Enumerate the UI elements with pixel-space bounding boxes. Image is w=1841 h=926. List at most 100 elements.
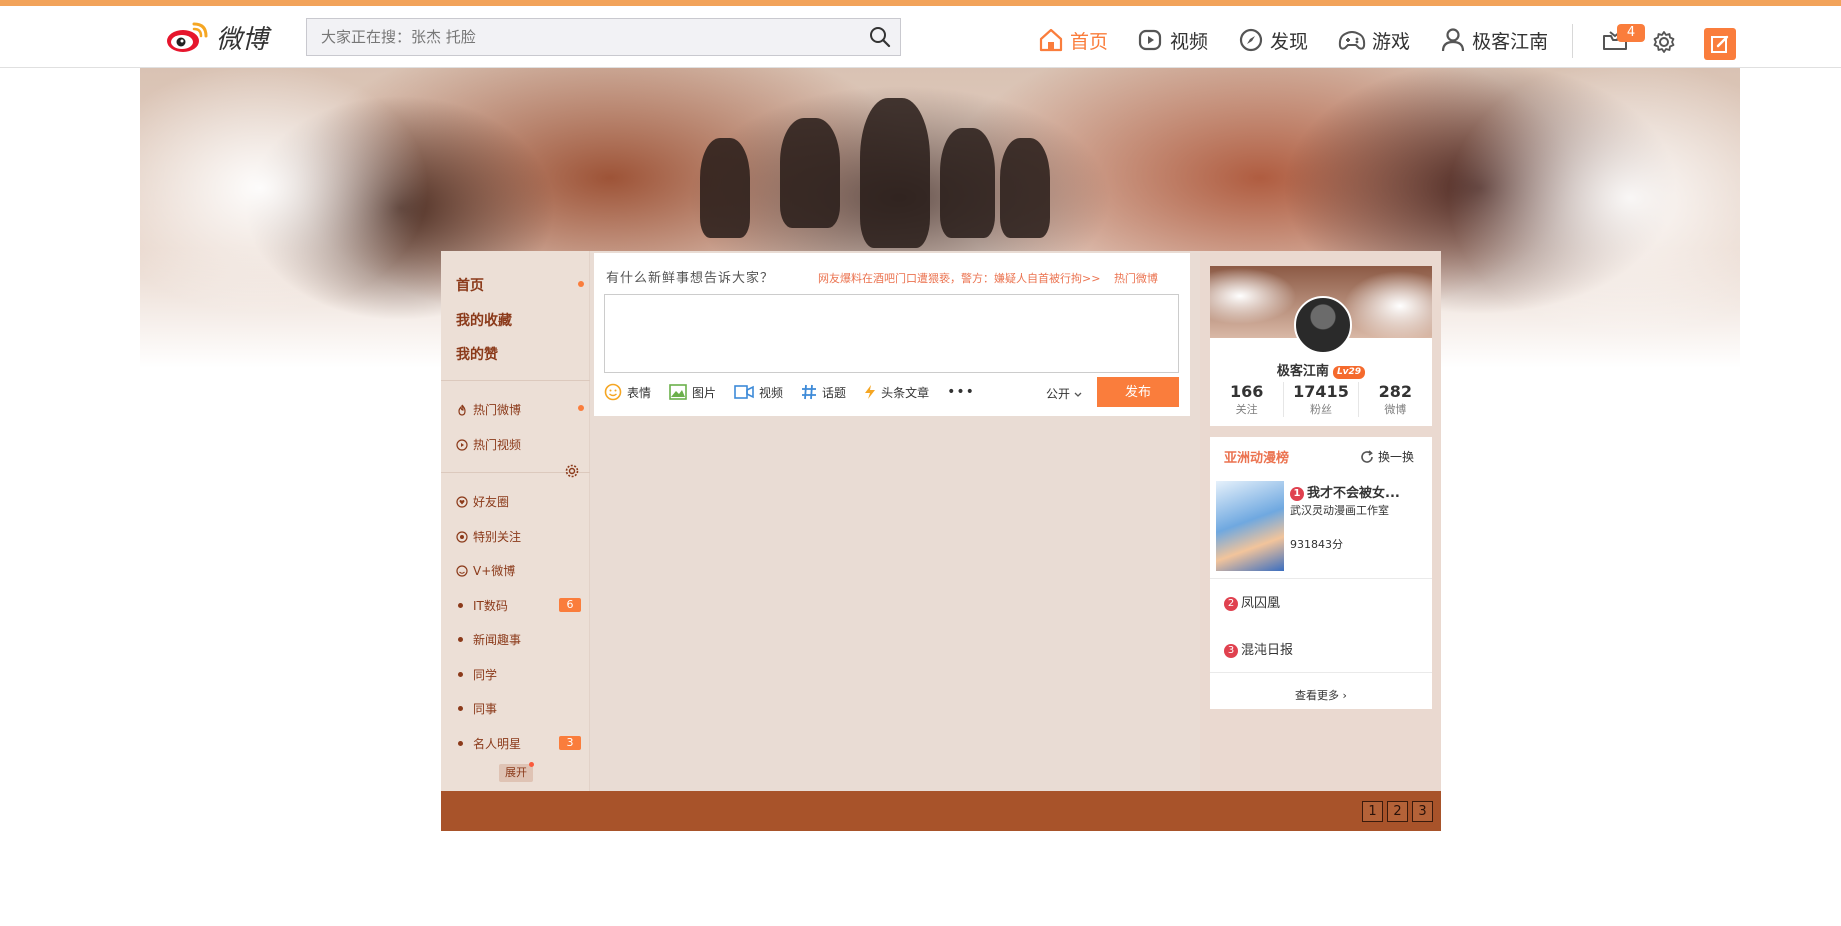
page-button[interactable]: 3	[1412, 801, 1433, 822]
gear-icon[interactable]	[565, 464, 579, 478]
top-navbar: 微博 首页 视频 发现 游戏 极客江南 4	[0, 6, 1841, 68]
rank-item-author: 武汉灵动漫画工作室	[1290, 504, 1389, 517]
tool-emoji[interactable]: 表情	[604, 383, 651, 401]
stat-following[interactable]: 166 关注	[1210, 382, 1285, 417]
tool-article[interactable]: 头条文章	[864, 384, 929, 401]
sidebar-item-label: 同事	[473, 702, 498, 716]
hot-topic-link[interactable]: 网友爆料在酒吧门口遭猥亵，警方：嫌疑人自首被行拘>> 热门微博	[818, 270, 1158, 286]
stat-label: 粉丝	[1309, 403, 1332, 416]
anime-ranking-card: 亚洲动漫榜 换一换 1 我才不会被女... 武汉灵动漫画工作室 931843分 2…	[1210, 437, 1432, 709]
smile-circle-icon	[456, 564, 468, 577]
sidebar-item-favorites[interactable]: 我的收藏	[456, 310, 512, 330]
sidebar-item-label: 同学	[473, 668, 498, 682]
sidebar-item-friends[interactable]: 好友圈	[456, 493, 509, 510]
refresh-button[interactable]: 换一换	[1360, 448, 1414, 465]
sidebar-item-list[interactable]: 新闻趣事	[456, 631, 521, 648]
publish-toolbar: 表情 图片 视频 话题 头条文章 •••	[604, 381, 975, 403]
stat-posts[interactable]: 282 微博	[1359, 382, 1432, 417]
nav-home-label: 首页	[1070, 30, 1109, 53]
publish-title: 有什么新鲜事想告诉大家？	[606, 271, 775, 286]
nav-home[interactable]: 首页	[1038, 27, 1108, 54]
gamepad-icon	[1338, 31, 1366, 50]
rank-number-badge: 1	[1290, 487, 1304, 501]
chevron-down-icon	[1074, 392, 1082, 397]
target-icon	[456, 530, 468, 543]
sidebar-item-list[interactable]: 同学	[456, 666, 497, 683]
hashtag-icon	[802, 384, 817, 400]
sidebar-item-home[interactable]: 首页	[456, 275, 484, 295]
nav-discover-label: 发现	[1270, 30, 1309, 53]
rank-item-title[interactable]: 1 我才不会被女...	[1290, 482, 1400, 501]
sidebar-divider	[441, 380, 590, 381]
rank-divider	[1210, 578, 1432, 579]
sidebar-item-list[interactable]: IT数码	[456, 597, 508, 614]
page-button[interactable]: 1	[1362, 801, 1383, 822]
flame-icon	[458, 404, 466, 416]
expand-button[interactable]: 展开	[499, 764, 533, 782]
rank-item[interactable]: 2 凤囚凰	[1224, 592, 1280, 611]
rank-item-score: 931843分	[1290, 538, 1343, 551]
publish-textarea[interactable]	[604, 294, 1179, 373]
sidebar-item-vplus[interactable]: V+微博	[456, 562, 515, 579]
avatar[interactable]	[1294, 296, 1352, 354]
page-button[interactable]: 2	[1387, 801, 1408, 822]
sidebar-item-hot-video[interactable]: 热门视频	[456, 436, 521, 453]
stat-followers[interactable]: 17415 粉丝	[1284, 382, 1359, 417]
more-tools-button[interactable]: •••	[947, 384, 975, 400]
main-nav: 首页 视频 发现 游戏 极客江南	[1038, 20, 1578, 60]
compass-icon	[1239, 28, 1263, 52]
nav-video[interactable]: 视频	[1138, 27, 1208, 54]
profile-name-text[interactable]: 极客江南	[1277, 364, 1329, 379]
hot-topic-text[interactable]: 网友爆料在酒吧门口遭猥亵，警方：嫌疑人自首被行拘>>	[818, 272, 1100, 285]
tool-video[interactable]: 视频	[734, 384, 783, 401]
rank-divider	[1210, 672, 1432, 673]
banner-figure	[780, 118, 840, 228]
profile-name[interactable]: 极客江南 Lv29	[1210, 360, 1432, 379]
main-content: 首页 我的收藏 我的赞 热门微博 热门视频 好友圈 特别关注 V+微博 IT数码	[441, 251, 1441, 831]
visibility-label: 公开	[1046, 387, 1071, 401]
rank-title: 亚洲动漫榜	[1224, 451, 1290, 466]
nav-games[interactable]: 游戏	[1338, 27, 1410, 54]
nav-discover[interactable]: 发现	[1238, 27, 1308, 54]
refresh-label: 换一换	[1378, 450, 1415, 464]
weibo-logo[interactable]: 微博	[166, 18, 268, 56]
nav-separator	[1572, 24, 1573, 58]
tool-topic[interactable]: 话题	[801, 384, 846, 401]
footer-bar: 1 2 3	[441, 791, 1441, 831]
count-badge: 6	[559, 598, 581, 612]
stat-number: 17415	[1293, 382, 1349, 401]
sidebar-item-hot-weibo[interactable]: 热门微博	[456, 401, 521, 418]
nav-user[interactable]: 极客江南	[1440, 27, 1548, 54]
sidebar-item-label: 新闻趣事	[473, 633, 522, 647]
rank-item[interactable]: 3 混沌日报	[1224, 639, 1293, 658]
tool-image[interactable]: 图片	[669, 384, 716, 401]
stat-number: 282	[1378, 382, 1413, 401]
settings-button[interactable]	[1652, 30, 1676, 58]
search-box[interactable]	[306, 18, 901, 56]
unread-dot	[578, 281, 584, 287]
visibility-select[interactable]: 公开	[1046, 385, 1082, 402]
video-icon	[1138, 29, 1162, 51]
hot-weibo-link[interactable]: 热门微博	[1114, 272, 1158, 285]
stat-number: 166	[1229, 382, 1264, 401]
nav-games-label: 游戏	[1372, 30, 1411, 53]
pagination: 1 2 3	[1362, 801, 1433, 822]
stat-label: 微博	[1384, 403, 1407, 416]
publish-button[interactable]: 发布	[1097, 377, 1179, 407]
see-more-link[interactable]: 查看更多 ›	[1210, 687, 1432, 703]
chevron-right-icon: ›	[1342, 689, 1347, 702]
nav-video-label: 视频	[1170, 30, 1209, 53]
rank-number-badge: 3	[1224, 644, 1238, 658]
sidebar-item-list[interactable]: 名人明星	[456, 735, 521, 752]
sidebar-item-list[interactable]: 同事	[456, 700, 497, 717]
smile-icon	[604, 383, 622, 401]
search-icon[interactable]	[860, 18, 900, 56]
unread-dot	[578, 405, 584, 411]
compose-button[interactable]	[1704, 28, 1736, 60]
anime-cover-image[interactable]	[1216, 481, 1284, 571]
sidebar-item-special-follow[interactable]: 特别关注	[456, 528, 521, 545]
home-icon	[1039, 28, 1063, 52]
logo-text: 微博	[216, 24, 269, 55]
search-input[interactable]	[307, 19, 860, 55]
sidebar-item-likes[interactable]: 我的赞	[456, 344, 498, 364]
